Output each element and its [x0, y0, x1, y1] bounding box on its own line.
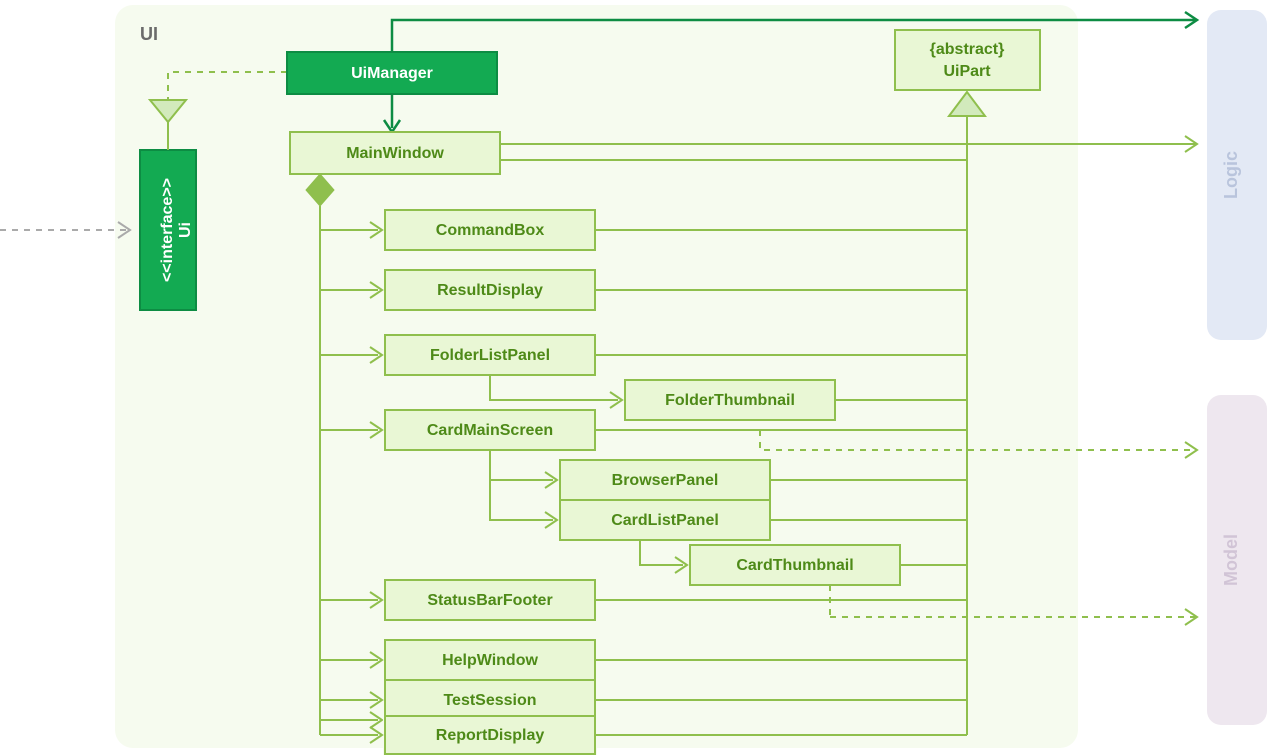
package-ui — [115, 5, 1078, 748]
class-ui-interface: <<interface>> Ui — [140, 150, 196, 310]
class-uimanager: UiManager — [287, 52, 497, 94]
folderthumbnail-label: FolderThumbnail — [665, 392, 795, 409]
cardthumbnail-label: CardThumbnail — [736, 557, 853, 574]
mainwindow-label: MainWindow — [346, 145, 444, 162]
browserpanel-label: BrowserPanel — [612, 472, 719, 489]
svg-text:<<interface>>: <<interface>> — [159, 178, 176, 282]
class-mainwindow: MainWindow — [290, 132, 500, 174]
external-model: Model — [1207, 395, 1267, 725]
resultdisplay-label: ResultDisplay — [437, 282, 543, 299]
class-uipart: {abstract} UiPart — [895, 30, 1040, 90]
commandbox-label: CommandBox — [436, 222, 545, 239]
testsession-label: TestSession — [443, 692, 536, 709]
package-ui-label: UI — [140, 24, 158, 44]
external-logic: Logic — [1207, 10, 1267, 340]
helpwindow-label: HelpWindow — [442, 652, 538, 669]
cardlistpanel-label: CardListPanel — [611, 512, 719, 529]
statusbarfooter-label: StatusBarFooter — [427, 592, 552, 609]
external-model-label: Model — [1221, 534, 1241, 586]
folderlistpanel-label: FolderListPanel — [430, 347, 550, 364]
uipart-name: UiPart — [943, 63, 991, 80]
uipart-stereo: {abstract} — [930, 41, 1005, 58]
dependency-external-to-ui — [0, 222, 130, 238]
ui-interface-name: Ui — [177, 222, 194, 238]
external-logic-label: Logic — [1221, 151, 1241, 199]
cardmainscreen-label: CardMainScreen — [427, 422, 553, 439]
svg-text:Ui: Ui — [177, 222, 194, 238]
uimanager-label: UiManager — [351, 65, 433, 82]
ui-interface-stereotype: <<interface>> — [159, 178, 176, 282]
